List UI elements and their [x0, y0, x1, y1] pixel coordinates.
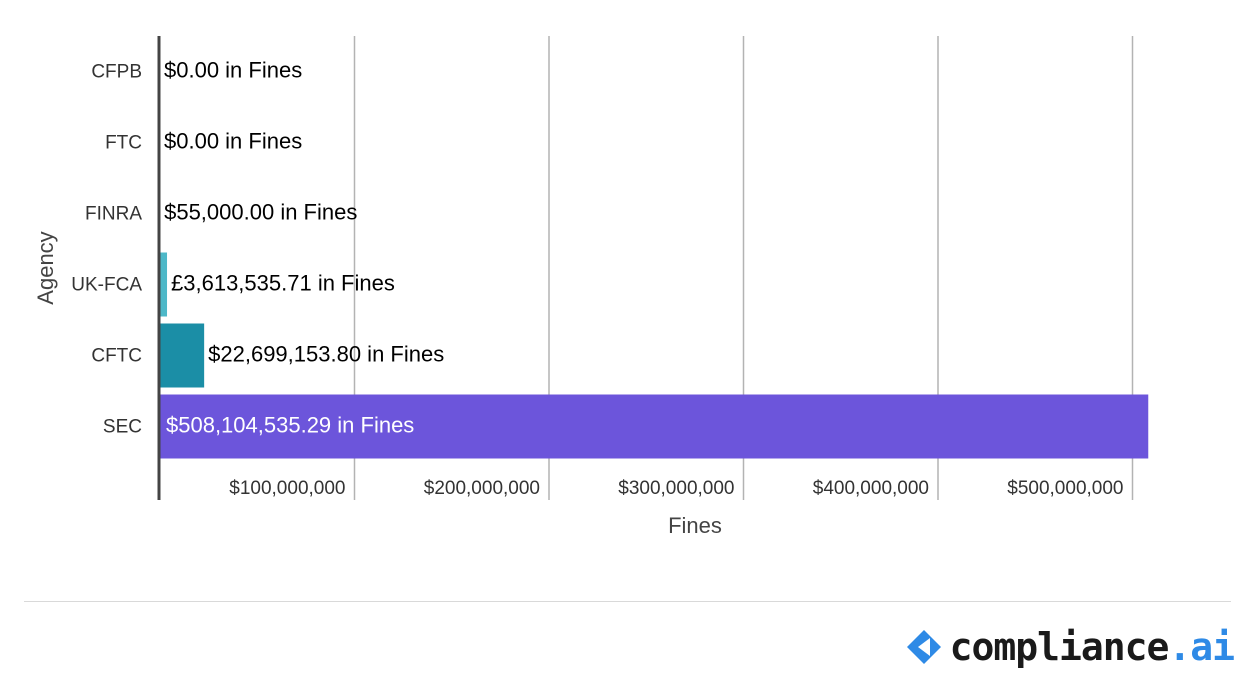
data-label-ftc: $0.00 in Fines: [164, 128, 302, 153]
x-tick-label-5: $500,000,000: [1007, 478, 1123, 499]
chevron-diamond-icon: [906, 630, 941, 664]
data-label-sec: $508,104,535.29 in Fines: [166, 412, 414, 437]
x-tick-label-4: $400,000,000: [813, 478, 929, 499]
category-label-ftc: FTC: [105, 133, 142, 154]
data-label-cfpb: $0.00 in Fines: [164, 57, 302, 82]
footer-divider: [24, 601, 1231, 602]
category-label-cfpb: CFPB: [91, 62, 142, 83]
x-tick-label-3: $300,000,000: [618, 478, 734, 499]
logo-text-accent: .ai: [1168, 625, 1235, 669]
data-label-cftc: $22,699,153.80 in Fines: [208, 341, 444, 366]
compliance-ai-logo: compliance.ai: [904, 622, 1235, 672]
logo-text-main: compliance: [949, 625, 1170, 669]
x-tick-label-2: $200,000,000: [424, 478, 540, 499]
logo-wordmark: compliance.ai: [949, 625, 1235, 669]
bar-chart: CFPB FTC FINRA UK-FCA CFTC SEC $0.00 in Fines $…: [33, 36, 1149, 538]
x-axis-title: Fines: [668, 513, 722, 538]
data-label-uk-fca: £3,613,535.71 in Fines: [171, 270, 395, 295]
category-label-finra: FINRA: [85, 204, 142, 225]
x-tick-label-1: $100,000,000: [229, 478, 345, 499]
bar-cftc: [160, 323, 205, 388]
category-label-cftc: CFTC: [91, 346, 142, 367]
category-label-uk-fca: UK-FCA: [71, 275, 142, 296]
y-axis-title: Agency: [33, 231, 58, 304]
category-label-sec: SEC: [103, 417, 142, 438]
bar-uk-fca: [160, 252, 168, 317]
data-label-finra: $55,000.00 in Fines: [164, 199, 357, 224]
